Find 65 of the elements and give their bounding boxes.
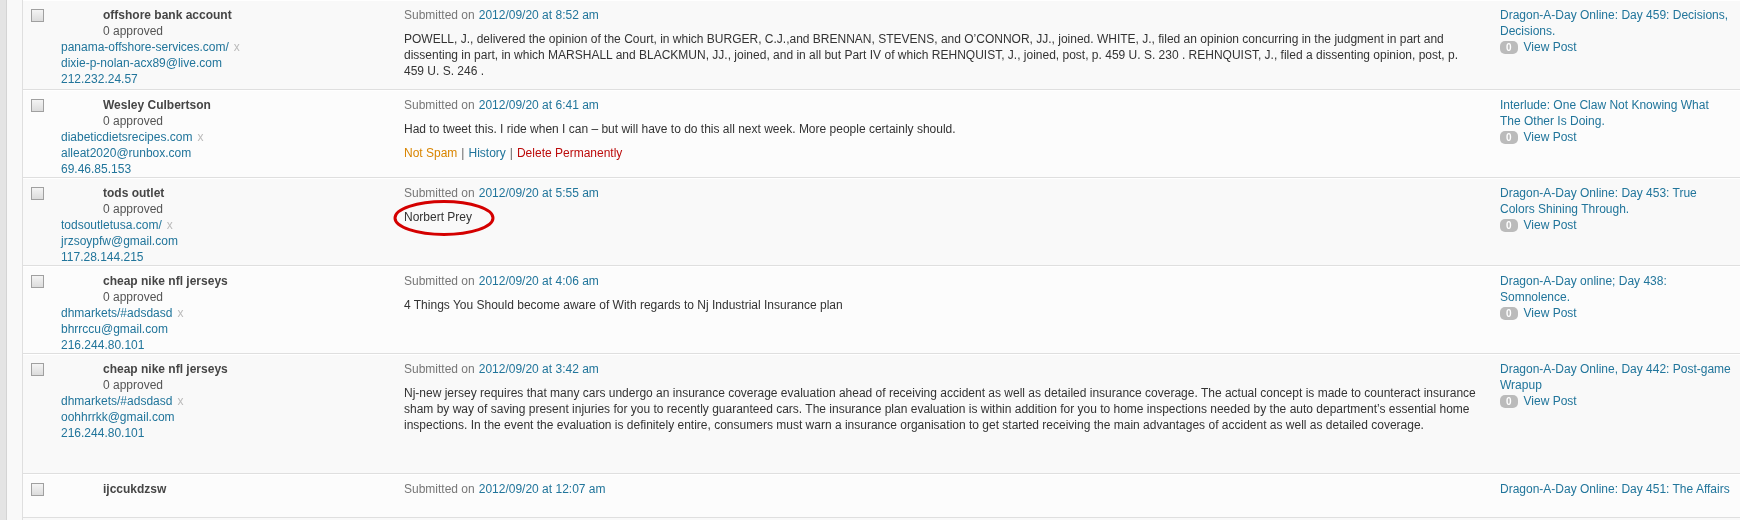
author-name: cheap nike nfl jerseys	[102, 361, 229, 377]
view-post-link[interactable]: View Post	[1523, 217, 1577, 233]
row-checkbox[interactable]	[31, 275, 44, 288]
author-email-link[interactable]: dixie-p-nolan-acx89@live.com	[61, 55, 222, 71]
author-name: Wesley Culbertson	[102, 97, 212, 113]
post-title-link[interactable]: Dragon-A-Day Online: Day 453: True Colors Shining Through.	[1500, 185, 1732, 217]
comment-text: Norbert Prey	[404, 209, 473, 225]
author-name: ijccukdzsw	[102, 481, 168, 497]
post-title-link[interactable]: Dragon-A-Day Online: Day 451: The Affairs	[1500, 481, 1730, 497]
comment-date-link[interactable]: 2012/09/20 at 5:55 am	[478, 185, 599, 201]
comment-date-link[interactable]: 2012/09/20 at 6:41 am	[478, 97, 599, 113]
approved-count: 0 approved	[102, 23, 165, 39]
post-title-link[interactable]: Dragon-A-Day online; Day 438: Somnolence.	[1500, 273, 1732, 305]
author-email-link[interactable]: jrzsoypfw@gmail.com	[61, 233, 178, 249]
approved-count: 0 approved	[102, 289, 165, 305]
comment-text: Nj-new jersey requires that many cars undergo an insurance coverage evaluation ahead of receiving accident as well as detailed insurance coverage. The actual concept is made to counteract insurance sham by way of saving present injuries for you to recently guaranteed cars. The insurance plan evaluation is within addition for you to home inspections needed by the auto department’s essential home inspections. In the event the evaluation is definitely entire, consumers must warn a insurance organisation to get started receiving the main advantages of accident as well as detailed coverage.	[404, 385, 1476, 433]
comment-date-link[interactable]: 2012/09/20 at 3:42 am	[478, 361, 599, 377]
author-email-link[interactable]: oohhrrkk@gmail.com	[61, 409, 175, 425]
author-url-link[interactable]: todsoutletusa.com/	[61, 217, 162, 233]
submitted-label: Submitted on	[404, 481, 475, 497]
author-email-link[interactable]: alleat2020@runbox.com	[61, 145, 192, 161]
author-url-link[interactable]: dhmarkets/#adsdasd	[61, 393, 173, 409]
view-post-link[interactable]: View Post	[1523, 393, 1577, 409]
approved-count: 0 approved	[102, 113, 165, 129]
author-ip-link[interactable]: 69.46.85.153	[61, 161, 132, 177]
submitted-label: Submitted on	[404, 97, 475, 113]
submitted-label: Submitted on	[404, 361, 475, 377]
comment-date-link[interactable]: 2012/09/20 at 4:06 am	[478, 273, 599, 289]
comment-text: Had to tweet this. I ride when I can – but will have to do this all next week. More people certainly should.	[404, 121, 956, 137]
submitted-label: Submitted on	[404, 7, 475, 23]
action-link[interactable]: History	[468, 145, 506, 161]
view-post-link[interactable]: View Post	[1523, 39, 1577, 55]
row-checkbox[interactable]	[31, 99, 44, 112]
separator: |	[509, 145, 513, 161]
view-post-link[interactable]: View Post	[1523, 129, 1577, 145]
post-title-link[interactable]: Dragon-A-Day Online: Day 459: Decisions, Decisions.	[1500, 7, 1732, 39]
author-url-link[interactable]: diabeticdietsrecipes.com	[61, 129, 193, 145]
author-url-link[interactable]: panama-offshore-services.com/	[61, 39, 229, 55]
approved-count: 0 approved	[102, 201, 165, 217]
author-url-link[interactable]: dhmarkets/#adsdasd	[61, 305, 173, 321]
author-email-link[interactable]: bhrrccu@gmail.com	[61, 321, 168, 337]
approved-count: 0 approved	[102, 377, 165, 393]
author-ip-link[interactable]: 117.28.144.215	[61, 249, 144, 265]
row-checkbox[interactable]	[31, 187, 44, 200]
author-ip-link[interactable]: 212.232.24.57	[61, 71, 138, 87]
comment-text: 4 Things You Should become aware of With regards to Nj Industrial Insurance plan	[404, 297, 843, 313]
action-link[interactable]: Delete Permanently	[516, 145, 623, 161]
separator: |	[461, 145, 465, 161]
comment-date-link[interactable]: 2012/09/20 at 12:07 am	[478, 481, 606, 497]
author-ip-link[interactable]: 216.244.80.101	[61, 337, 145, 353]
submitted-label: Submitted on	[404, 273, 475, 289]
comment-text: POWELL, J., delivered the opinion of the Court, in which BURGER, C.J.,and BRENNAN, STEVENS, and O’CONNOR, JJ., joined. WHITE, J., filed an opinion concurring in the judgment in part and dissenting in part, in which MARSHALL and BLACKMUN, JJ., joined, and in all but Part IV of which REHNQUIST, J., joined, post, p. 459 U. S. 230 . REHNQUIST, J., filed a dissenting opinion, post, p. 459 U. S. 246 .	[404, 31, 1460, 79]
row-checkbox[interactable]	[31, 483, 44, 496]
post-title-link[interactable]: Interlude: One Claw Not Knowing What The Other Is Doing.	[1500, 97, 1732, 129]
view-post-link[interactable]: View Post	[1523, 305, 1577, 321]
author-name: offshore bank account	[102, 7, 233, 23]
post-title-link[interactable]: Dragon-A-Day Online, Day 442: Post-game Wrapup	[1500, 361, 1732, 393]
author-name: cheap nike nfl jerseys	[102, 273, 229, 289]
submitted-label: Submitted on	[404, 185, 475, 201]
row-checkbox[interactable]	[31, 9, 44, 22]
comment-date-link[interactable]: 2012/09/20 at 8:52 am	[478, 7, 599, 23]
author-ip-link[interactable]: 216.244.80.101	[61, 425, 145, 441]
author-name: tods outlet	[102, 185, 166, 201]
action-link[interactable]: Not Spam	[404, 145, 458, 161]
row-checkbox[interactable]	[31, 363, 44, 376]
